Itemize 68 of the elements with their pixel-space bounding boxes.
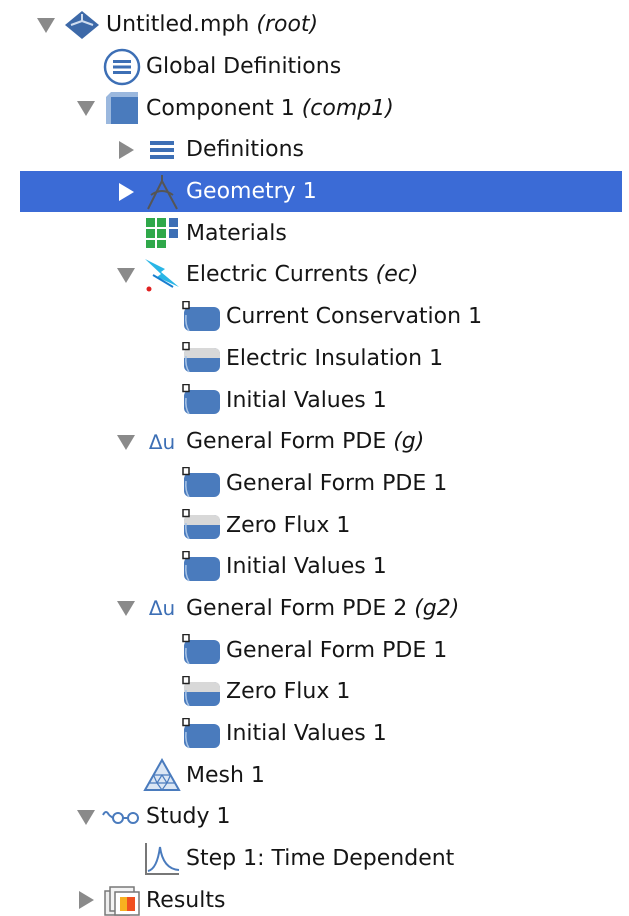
tree-item[interactable]: Electric Insulation 1 — [20, 338, 622, 380]
mesh-icon — [143, 758, 181, 792]
tree-item[interactable]: Zero Flux 1 — [20, 504, 622, 546]
tree-item-label: Initial Values 1 — [226, 721, 387, 746]
curve-chart-icon — [143, 840, 181, 877]
tree-item[interactable]: Study 1 — [20, 796, 622, 838]
tree-item-label: Materials — [186, 220, 287, 246]
tree-item[interactable]: Mesh 1 — [20, 754, 622, 796]
delta-u-icon: Δu — [148, 596, 176, 620]
tree-item-label: Initial Values 1 — [226, 388, 387, 413]
tree-item-label: Global Definitions — [146, 54, 342, 80]
tree-item[interactable]: General Form PDE 1 — [20, 462, 622, 504]
tree-item-label: Component 1 (comp1) — [146, 96, 394, 121]
tree-item[interactable]: Results — [20, 879, 622, 916]
domain-node-icon — [182, 300, 222, 333]
disclosure-triangle-icon[interactable] — [76, 890, 96, 910]
diamond-icon — [63, 8, 101, 41]
disclosure-triangle-icon[interactable] — [116, 598, 136, 618]
tree-item-label: General Form PDE 1 — [226, 470, 448, 496]
tree-item-label: General Form PDE 2 (g2) — [186, 596, 460, 621]
grid-icon — [145, 217, 179, 250]
tree-item-label: General Form PDE 1 — [226, 638, 448, 663]
tree-item-label: Results — [146, 888, 226, 913]
tree-item-label: Zero Flux 1 — [226, 512, 350, 538]
tree-item-label: General Form PDE (g) — [186, 429, 424, 454]
tree-item[interactable]: Materials — [20, 212, 622, 254]
tree-item-label: Zero Flux 1 — [226, 679, 350, 704]
tree-item[interactable]: Geometry 1 — [20, 170, 622, 212]
tree-item-label: Current Conservation 1 — [226, 304, 482, 330]
list-icon — [149, 138, 175, 161]
cube-icon — [105, 91, 139, 126]
tree-item[interactable]: Untitled.mph (root) — [20, 4, 622, 46]
tree-item-label: Mesh 1 — [186, 762, 265, 788]
tree-item[interactable]: General Form PDE 1 — [20, 629, 622, 671]
delta-u-icon: Δu — [148, 430, 176, 454]
tree-item-label: Initial Values 1 — [226, 554, 387, 580]
tree-item-label: Electric Currents (ec) — [186, 262, 418, 288]
tree-item-label: Study 1 — [146, 804, 231, 830]
boundary-node-icon — [182, 676, 222, 708]
tree-item-label: Step 1: Time Dependent — [186, 846, 454, 872]
domain-node-icon — [182, 634, 222, 666]
boundary-node-icon — [182, 342, 222, 374]
lightning-icon — [143, 256, 181, 293]
tree-item-label: Electric Insulation 1 — [226, 346, 444, 371]
boundary-node-icon — [182, 509, 222, 542]
tree-item[interactable]: Global Definitions — [20, 46, 622, 88]
tree-item[interactable]: Step 1: Time Dependent — [20, 838, 622, 880]
tree-item[interactable]: Δu General Form PDE 2 (g2) — [20, 588, 622, 630]
tree-item[interactable]: Initial Values 1 — [20, 546, 622, 588]
domain-node-icon — [182, 467, 222, 500]
domain-node-icon — [182, 718, 222, 750]
disclosure-triangle-icon[interactable] — [76, 98, 96, 118]
tree-item[interactable]: Zero Flux 1 — [20, 671, 622, 713]
tree-item[interactable]: Component 1 (comp1) — [20, 87, 622, 130]
tree-item-label: Geometry 1 — [186, 179, 317, 204]
tree-item[interactable]: Current Conservation 1 — [20, 296, 622, 338]
list-circle-icon — [103, 48, 141, 86]
disclosure-triangle-icon[interactable] — [116, 140, 136, 160]
tree-item[interactable]: Definitions — [20, 129, 622, 171]
tree-item[interactable]: Initial Values 1 — [20, 379, 622, 421]
domain-node-icon — [182, 550, 222, 583]
disclosure-triangle-icon[interactable] — [116, 182, 136, 202]
tree-item[interactable]: Electric Currents (ec) — [20, 254, 622, 296]
tree-item-label: Definitions — [186, 137, 304, 162]
tree-item[interactable]: Initial Values 1 — [20, 712, 622, 754]
tree-item[interactable]: Δu General Form PDE (g) — [20, 420, 622, 463]
domain-node-icon — [182, 384, 222, 416]
tree-item-label: Untitled.mph (root) — [106, 12, 318, 38]
